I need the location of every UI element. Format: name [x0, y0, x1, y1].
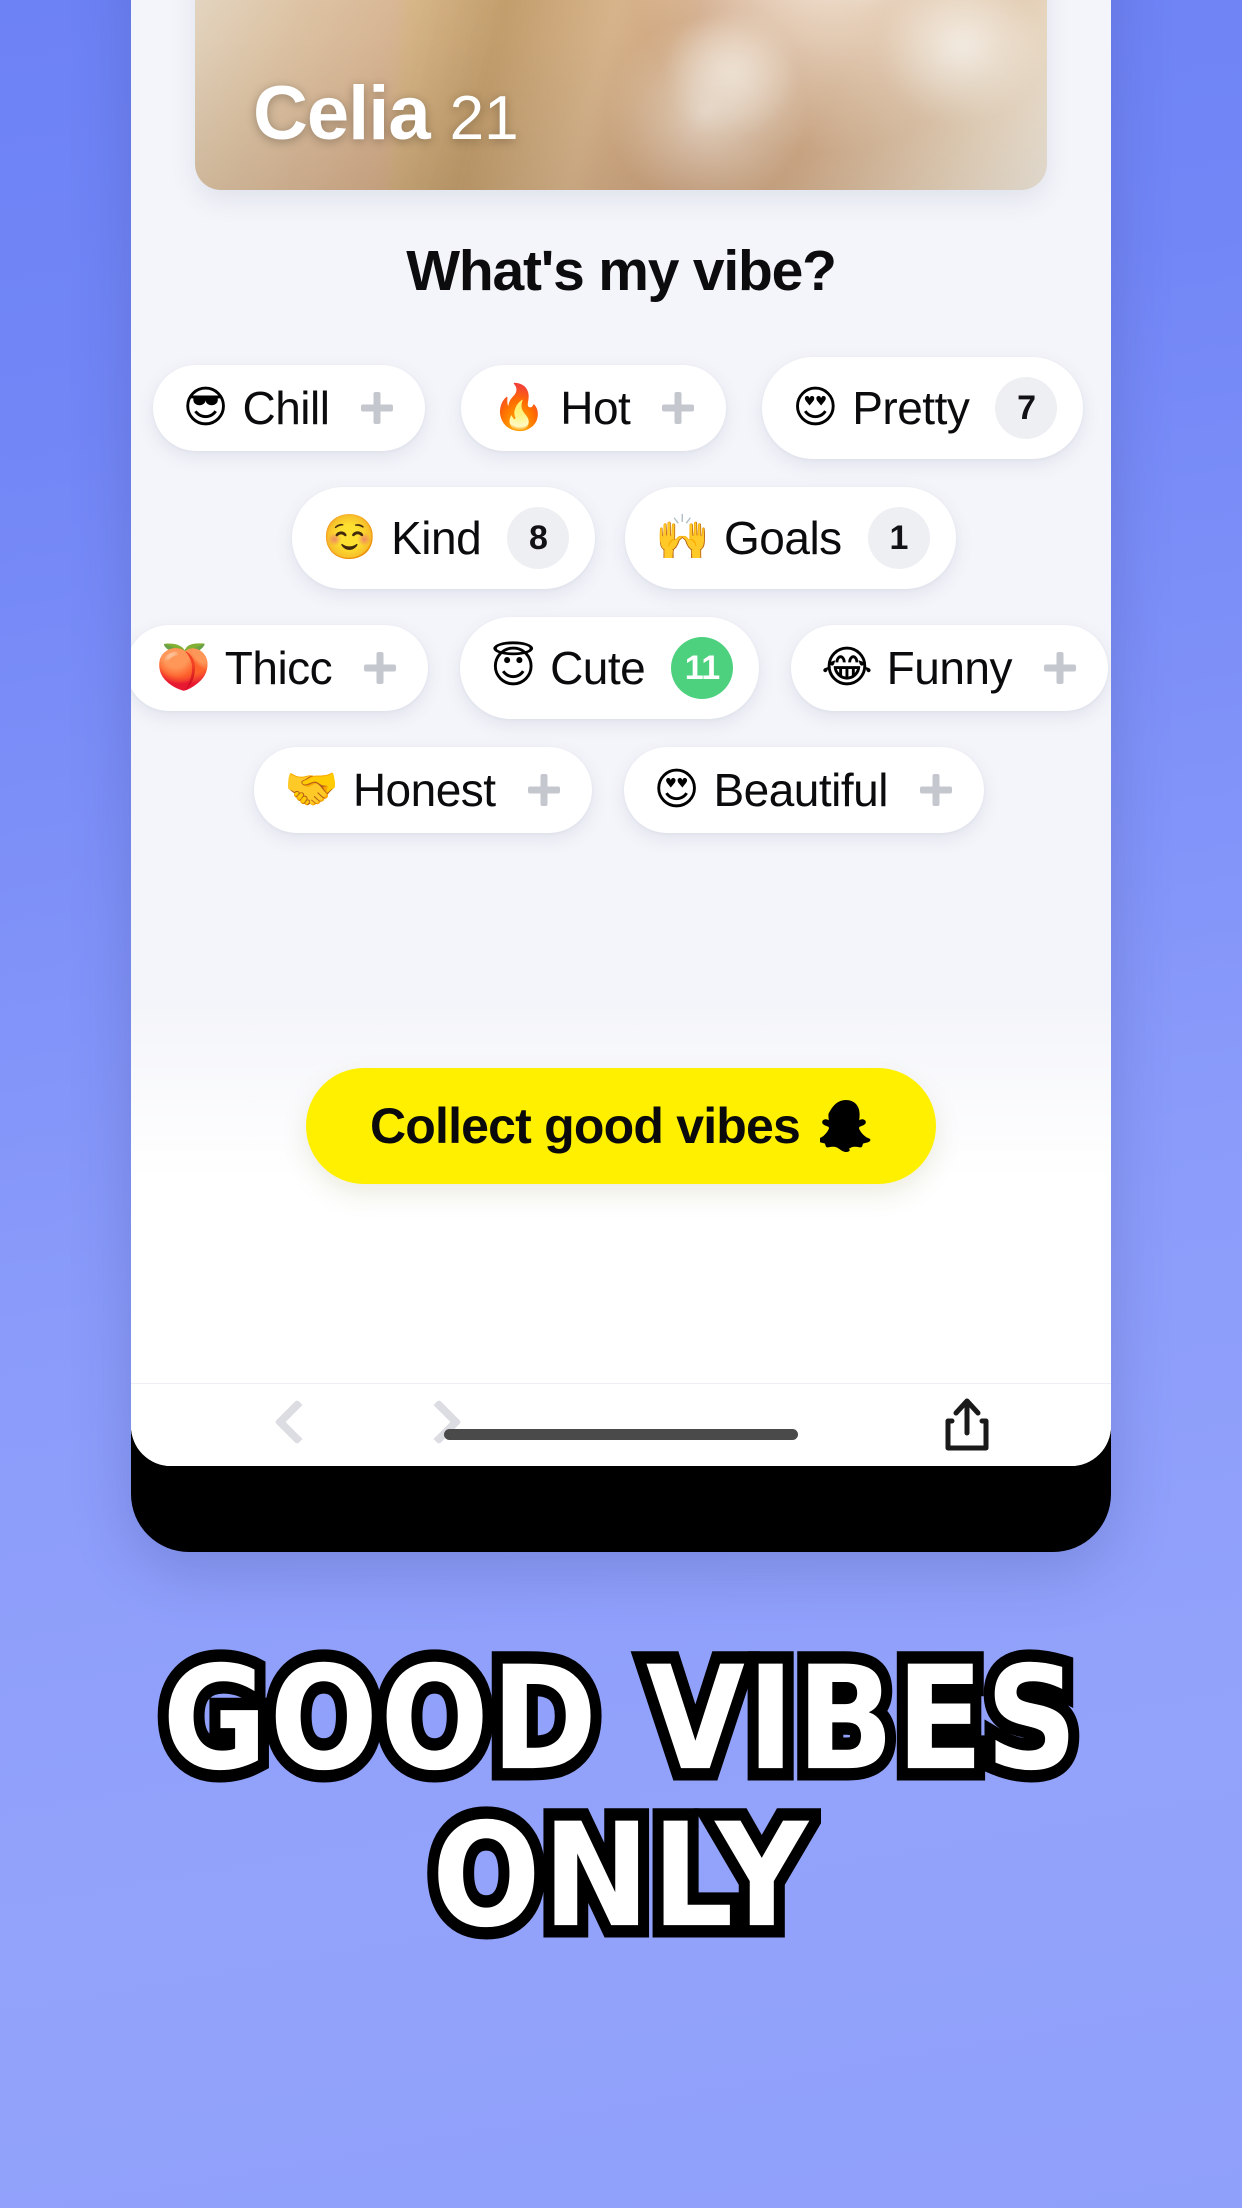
screen: Celia 21 What's my vibe? 😎 Chill 🔥 Hot 😍… — [0, 0, 1242, 2208]
smiling-face-icon: ☺️ — [322, 512, 378, 563]
plus-icon[interactable] — [656, 386, 700, 430]
vibe-chip-row: 😎 Chill 🔥 Hot 😍 Pretty 7 — [131, 357, 1111, 459]
handshake-icon: 🤝 — [284, 764, 339, 815]
vibe-chip-label: Cute — [550, 642, 646, 694]
vibe-count-badge: 1 — [867, 507, 930, 569]
vibe-page: Celia 21 What's my vibe? 😎 Chill 🔥 Hot 😍… — [131, 0, 1111, 1384]
vibe-chip-cute[interactable]: 😇 Cute 11 — [460, 617, 760, 719]
cta-label: Collect good vibes — [369, 1098, 801, 1154]
fire-icon: 🔥 — [491, 382, 547, 433]
vibe-chip-funny[interactable]: 😂 Funny — [791, 625, 1109, 711]
vibe-count-badge: 7 — [995, 377, 1058, 439]
smiling-face-with-halo-icon: 😇 — [490, 642, 537, 693]
vibe-chip-hot[interactable]: 🔥 Hot — [461, 365, 727, 451]
promo-line-2: ONLY — [421, 1791, 819, 1961]
vibe-chip-label: Beautiful — [713, 764, 888, 816]
promo-line-1: GOOD VIBES — [151, 1634, 1088, 1804]
vibe-count-badge: 11 — [671, 637, 734, 699]
plus-icon[interactable] — [522, 768, 566, 812]
vibe-count-badge: 8 — [507, 507, 570, 569]
vibe-chip-row: 🤝 Honest 😍 Beautiful — [131, 747, 1111, 833]
profile-name-age: Celia 21 — [253, 76, 519, 152]
vibe-chip-beautiful[interactable]: 😍 Beautiful — [623, 747, 984, 833]
plus-icon[interactable] — [355, 386, 399, 430]
profile-photo-card[interactable]: Celia 21 — [195, 0, 1047, 190]
collect-good-vibes-button[interactable]: Collect good vibes — [305, 1068, 937, 1184]
vibe-chip-label: Chill — [242, 382, 330, 434]
vibe-chip-honest[interactable]: 🤝 Honest — [254, 747, 592, 833]
profile-age: 21 — [449, 84, 519, 153]
vibe-chip-kind[interactable]: ☺️ Kind 8 — [292, 487, 596, 589]
vibe-chip-label: Funny — [886, 642, 1013, 694]
cta-container: Collect good vibes — [131, 1068, 1111, 1184]
vibe-chip-label: Thicc — [224, 642, 333, 694]
smiling-face-with-sunglasses-icon: 😎 — [182, 382, 229, 433]
vibe-chip-goals[interactable]: 🙌 Goals 1 — [625, 487, 956, 589]
home-indicator — [444, 1429, 798, 1440]
vibe-chip-label: Pretty — [852, 382, 970, 434]
phone-mockup: Celia 21 What's my vibe? 😎 Chill 🔥 Hot 😍… — [131, 0, 1111, 1552]
in-app-browser: Celia 21 What's my vibe? 😎 Chill 🔥 Hot 😍… — [131, 0, 1111, 1466]
browser-toolbar — [131, 1383, 1111, 1466]
vibe-chip-thicc[interactable]: 🍑 Thicc — [131, 625, 429, 711]
chevron-left-icon — [277, 1398, 307, 1452]
smiling-face-with-heart-eyes-icon: 😍 — [653, 764, 700, 815]
forward-button[interactable] — [425, 1398, 455, 1452]
vibe-chip-label: Hot — [560, 382, 631, 434]
share-up-icon — [945, 1398, 989, 1451]
vibe-chip-label: Goals — [724, 512, 842, 564]
plus-icon[interactable] — [1038, 646, 1082, 690]
vibe-chip-chill[interactable]: 😎 Chill — [152, 365, 426, 451]
promo-headline: GOOD VIBES ONLY — [0, 1634, 1242, 1961]
vibe-chip-pretty[interactable]: 😍 Pretty 7 — [762, 357, 1084, 459]
chevron-right-icon — [425, 1398, 455, 1452]
share-button[interactable] — [943, 1397, 991, 1453]
profile-name: Celia — [253, 71, 431, 156]
vibe-chip-label: Honest — [352, 764, 496, 816]
face-with-tears-of-joy-icon: 😂 — [821, 642, 873, 693]
vibe-chip-label: Kind — [391, 512, 482, 564]
vibe-chip-list: 😎 Chill 🔥 Hot 😍 Pretty 7 ☺️ Kind 8 🙌 Goa… — [131, 357, 1111, 861]
raising-hands-icon: 🙌 — [655, 512, 710, 563]
peach-icon: 🍑 — [155, 642, 211, 693]
page-title: What's my vibe? — [406, 239, 837, 303]
plus-icon[interactable] — [914, 768, 958, 812]
snapchat-ghost-icon — [820, 1100, 871, 1152]
plus-icon[interactable] — [358, 646, 402, 690]
smiling-face-with-heart-eyes-icon: 😍 — [792, 382, 839, 433]
vibe-chip-row: 🍑 Thicc 😇 Cute 11 😂 Funny — [131, 617, 1111, 719]
vibe-chip-row: ☺️ Kind 8 🙌 Goals 1 — [137, 487, 1111, 589]
back-button[interactable] — [277, 1398, 307, 1452]
